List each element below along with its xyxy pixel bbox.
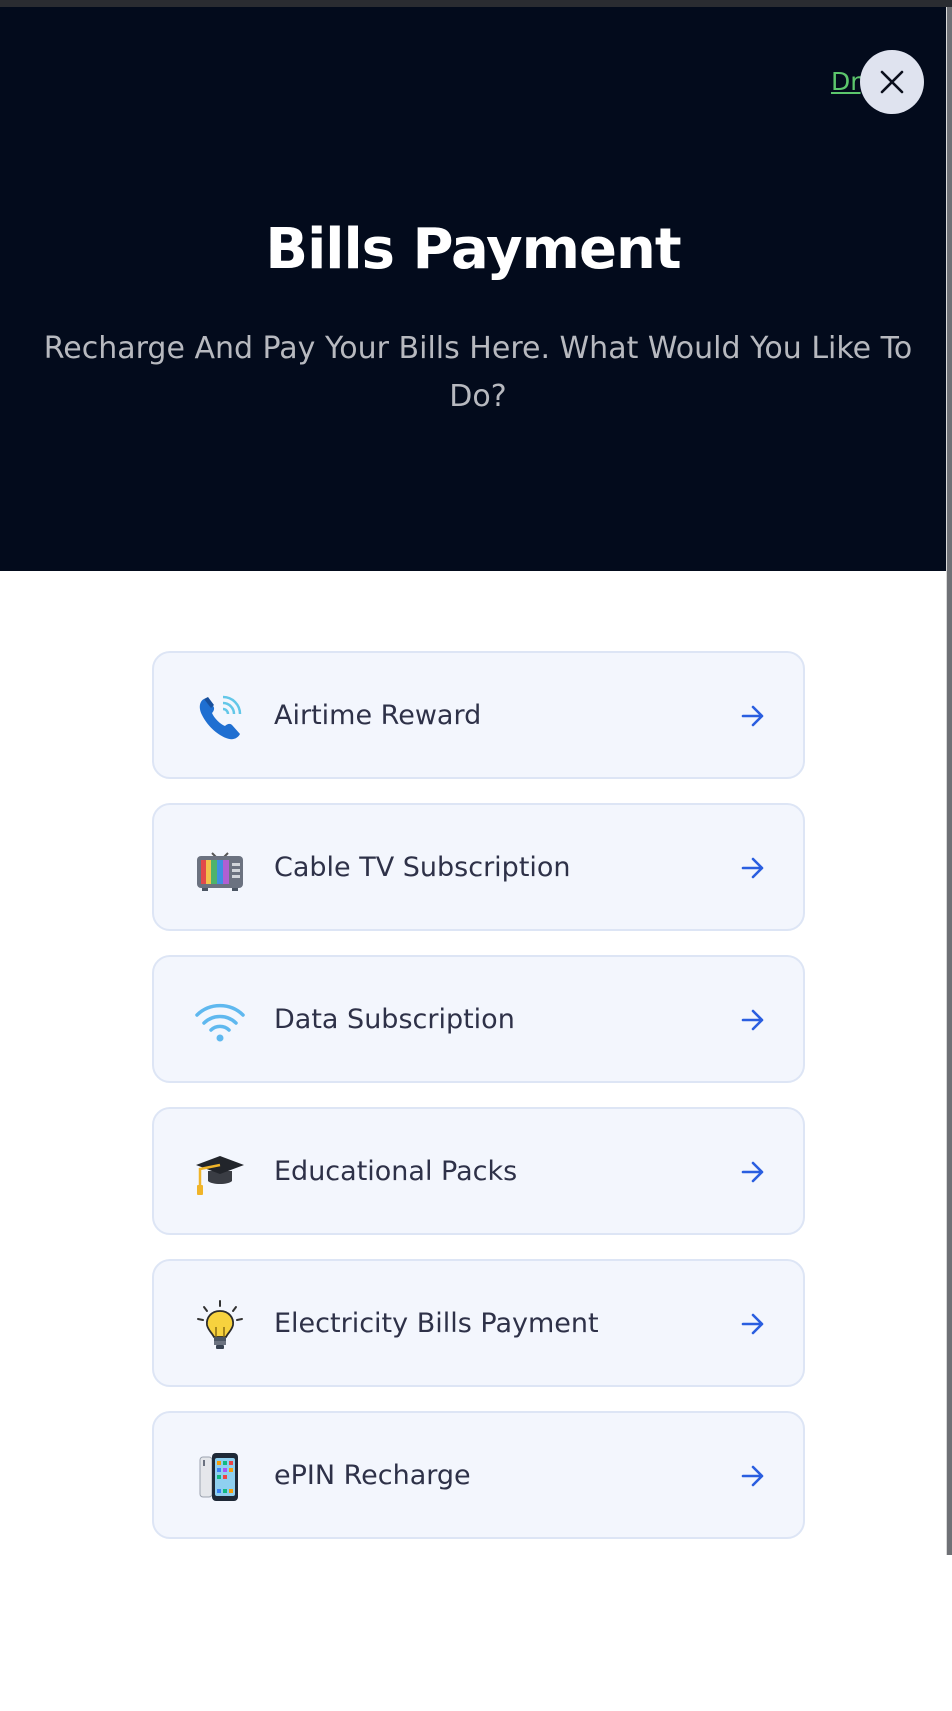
arrow-right-icon — [741, 1313, 764, 1335]
drawer-link[interactable]: Dr — [831, 67, 861, 96]
service-card-epin-recharge[interactable]: ePIN Recharge — [152, 1411, 805, 1539]
service-card-airtime-reward[interactable]: Airtime Reward — [152, 651, 805, 779]
scrollbar[interactable] — [946, 7, 952, 1555]
service-card-educational-packs[interactable]: Educational Packs — [152, 1107, 805, 1235]
phone-icon — [199, 695, 242, 740]
service-label: Educational Packs — [274, 1156, 518, 1187]
hero-banner: Dr Bills Payment Recharge And Pay Your B… — [0, 7, 946, 571]
page-title: Bills Payment — [265, 217, 681, 282]
service-card-cable-tv[interactable]: Cable TV Subscription — [152, 803, 805, 931]
light-bulb-icon — [197, 1300, 243, 1349]
arrow-right-icon — [741, 1009, 764, 1031]
mobile-phone-icon — [199, 1453, 238, 1501]
service-list: Airtime Reward Cable TV Subscription Dat… — [152, 651, 805, 1563]
arrow-right-icon — [741, 705, 764, 727]
service-label: Data Subscription — [274, 1004, 515, 1035]
service-label: Electricity Bills Payment — [274, 1308, 599, 1339]
close-icon — [880, 70, 904, 94]
close-button[interactable] — [860, 50, 924, 114]
service-card-electricity-bills[interactable]: Electricity Bills Payment — [152, 1259, 805, 1387]
service-label: ePIN Recharge — [274, 1460, 471, 1491]
graduation-cap-icon — [196, 1156, 244, 1195]
service-label: Cable TV Subscription — [274, 852, 571, 883]
service-card-data-subscription[interactable]: Data Subscription — [152, 955, 805, 1083]
arrow-right-icon — [741, 1161, 764, 1183]
service-label: Airtime Reward — [274, 700, 482, 731]
wifi-icon — [195, 1003, 245, 1042]
tv-icon — [197, 852, 243, 891]
arrow-right-icon — [741, 1465, 764, 1487]
arrow-right-icon — [741, 857, 764, 879]
page-subtitle: Recharge And Pay Your Bills Here. What W… — [43, 331, 913, 414]
browser-top-bar — [0, 0, 952, 7]
